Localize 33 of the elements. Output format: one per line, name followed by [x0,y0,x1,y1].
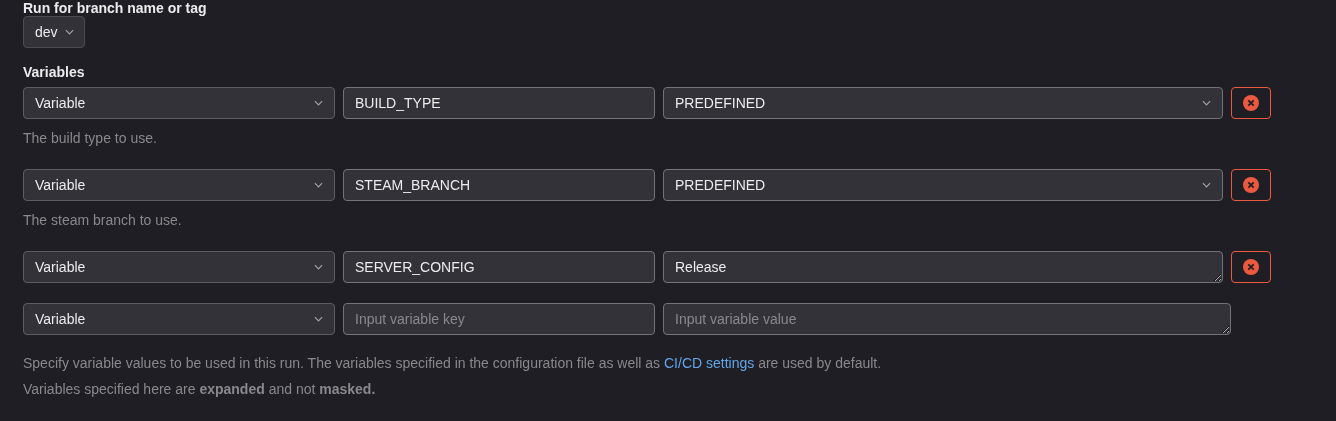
key-field[interactable]: Input variable key [343,303,655,335]
settings-link[interactable]: CI/CD settings [664,355,755,371]
remove-button[interactable] [1231,87,1271,119]
remove-button[interactable] [1231,251,1271,283]
remove-button[interactable] [1231,169,1271,201]
type-dropdown[interactable]: Variable [23,251,335,283]
key-field[interactable]: STEAM_BRANCH [343,169,655,201]
key-field[interactable]: BUILD_TYPE [343,87,655,119]
chevron-icon [314,316,323,322]
branch-dropdown[interactable]: dev [23,16,85,48]
chevron-icon [64,29,74,35]
value-dropdown[interactable]: PREDEFINED [663,87,1223,119]
close-icon [1243,177,1259,193]
type-dropdown[interactable]: Variable [23,169,335,201]
value-field[interactable]: Release [663,251,1223,283]
section-label: Variables [23,64,86,80]
value-dropdown[interactable]: PREDEFINED [663,169,1223,201]
chevron-icon [314,182,323,188]
note-text: Variables specified here are expanded and not masked. [23,380,377,398]
key-field[interactable]: SERVER_CONFIG [343,251,655,283]
type-dropdown[interactable]: Variable [23,303,335,335]
close-icon [1243,95,1259,111]
description-text: Specify variable values to be used in this run. The variables specified in the configuration file as well as CI/CD settings are used by default. [23,354,883,372]
type-dropdown[interactable]: Variable [23,87,335,119]
field-label: Run for branch name or tag [23,0,208,16]
chevron-icon [314,264,323,270]
chevron-icon [1202,100,1211,106]
help-text: The steam branch to use. [23,211,183,229]
chevron-icon [314,100,323,106]
close-icon [1243,259,1259,275]
chevron-icon [1202,182,1211,188]
value-field[interactable]: Input variable value [663,303,1231,335]
help-text: The build type to use. [23,129,158,147]
